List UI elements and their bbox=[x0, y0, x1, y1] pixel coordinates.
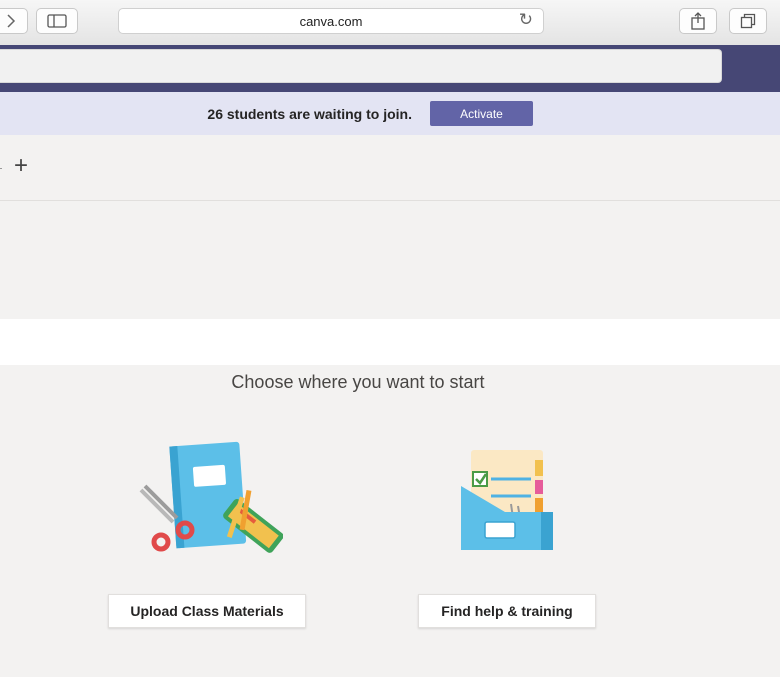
upload-class-materials-button[interactable]: Upload Class Materials bbox=[108, 594, 306, 628]
address-bar[interactable]: canva.com ↻ bbox=[118, 8, 544, 34]
activate-button[interactable]: Activate bbox=[430, 101, 533, 126]
find-help-training-button[interactable]: Find help & training bbox=[418, 594, 596, 628]
search-input[interactable] bbox=[0, 49, 722, 83]
tabs-row bbox=[0, 135, 780, 201]
sidebar-button[interactable] bbox=[36, 8, 78, 34]
sidebar-icon bbox=[47, 14, 67, 28]
share-icon bbox=[691, 12, 705, 30]
forward-button[interactable] bbox=[0, 8, 28, 34]
folder-documents-illustration bbox=[461, 450, 553, 550]
tabs-button[interactable] bbox=[729, 8, 767, 34]
divider-band bbox=[0, 319, 780, 365]
start-heading: Choose where you want to start bbox=[231, 372, 485, 392]
add-tab-icon[interactable]: + bbox=[14, 152, 28, 180]
main-panel bbox=[0, 365, 780, 677]
address-url: canva.com bbox=[299, 14, 363, 29]
tabs-icon bbox=[740, 13, 756, 29]
browser-toolbar: canva.com ↻ bbox=[0, 0, 780, 46]
notebook-scissors-illustration bbox=[139, 441, 283, 553]
content-header-area bbox=[0, 201, 780, 319]
forward-icon bbox=[7, 14, 16, 28]
share-button[interactable] bbox=[679, 8, 717, 34]
banner-message: 26 students are waiting to join. bbox=[207, 106, 412, 122]
tab-edge bbox=[0, 168, 2, 169]
reload-icon[interactable]: ↻ bbox=[519, 10, 533, 30]
